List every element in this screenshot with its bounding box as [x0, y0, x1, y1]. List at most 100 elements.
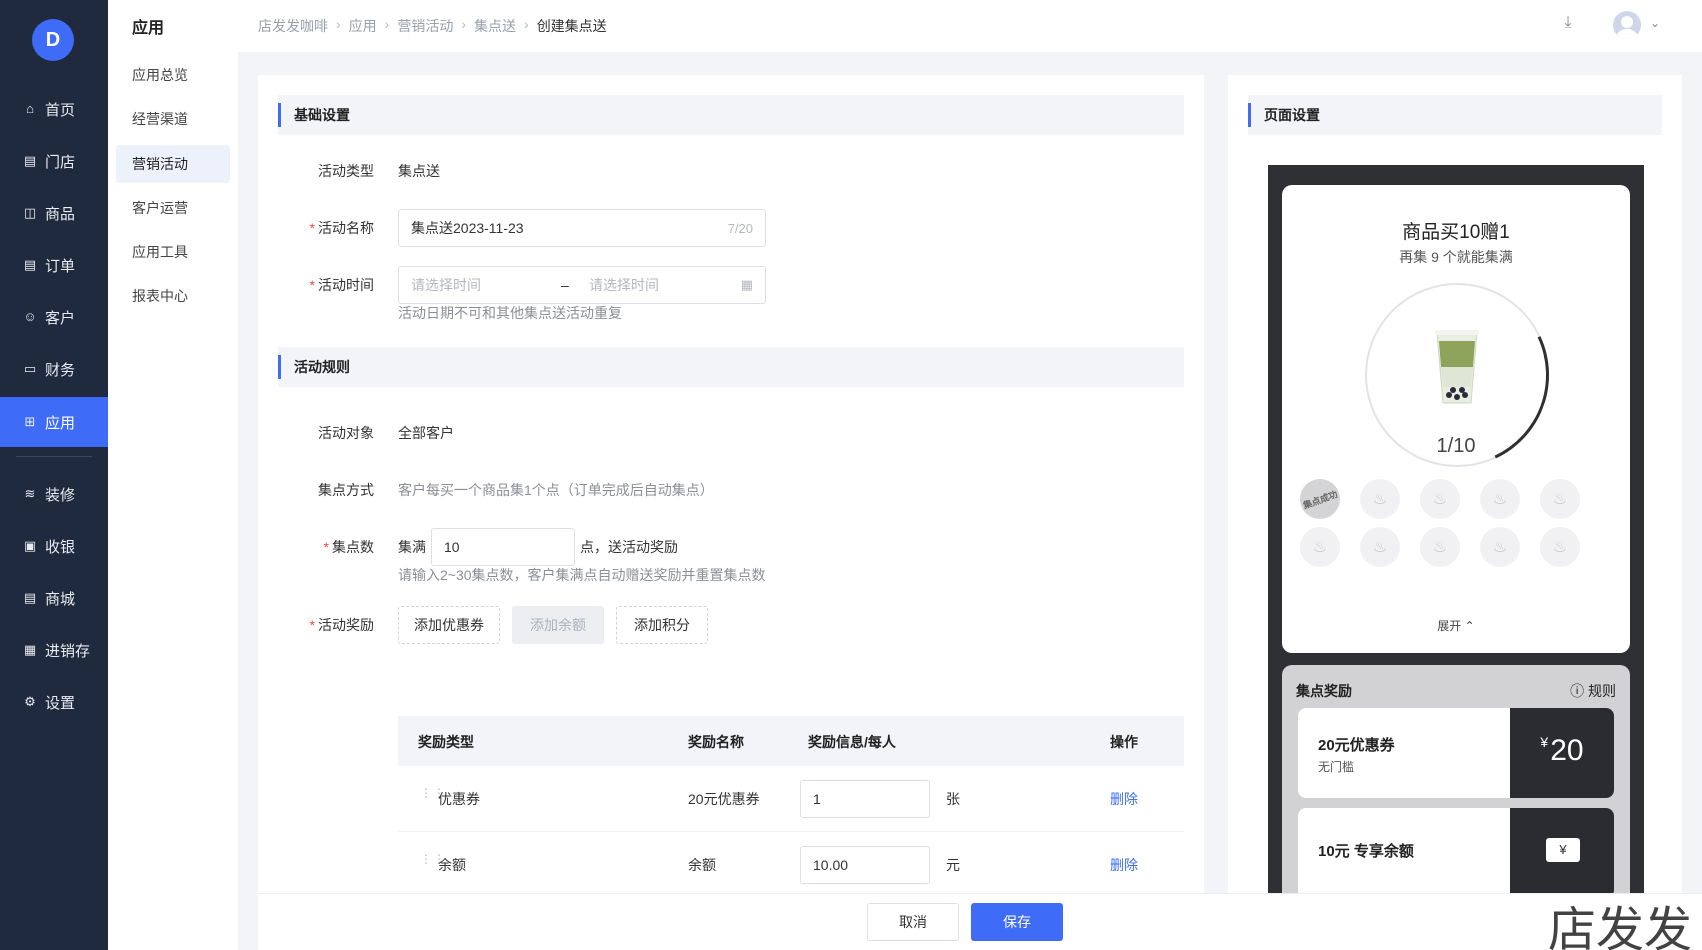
- reward-qty-input[interactable]: 1: [800, 780, 930, 818]
- nav-label: 进销存: [45, 642, 91, 660]
- store-icon: ▤: [23, 153, 37, 168]
- points-suffix: 点，送活动奖励: [580, 539, 678, 555]
- remaining-text: 再集 9 个就能集满: [1399, 249, 1513, 265]
- breadcrumb-item[interactable]: 营销活动: [397, 16, 453, 36]
- chevron-down-icon[interactable]: ⌄: [1650, 16, 1660, 30]
- sub-sidebar: 应用 应用总览 经营渠道 营销活动 客户运营 应用工具 报表中心: [108, 0, 238, 950]
- nav-cashier[interactable]: ▣ 收银: [0, 522, 108, 570]
- shop-icon: ▤: [23, 590, 37, 605]
- app-logo[interactable]: D: [32, 19, 74, 61]
- nav-finance[interactable]: ▭ 财务: [0, 345, 108, 393]
- activity-name-input[interactable]: 集点送2023-11-23 7/20: [398, 209, 766, 247]
- subnav-item-reports[interactable]: 报表中心: [116, 277, 230, 315]
- cell-unit: 张: [946, 791, 960, 807]
- balance-card: 10元 专享余额 ¥: [1298, 808, 1614, 895]
- nav-home[interactable]: ⌂ 首页: [0, 85, 108, 133]
- reward-panel: 集点奖励 ⓘ 规则 20元优惠券 无门槛 ¥20 10元 专享余额 ¥: [1282, 665, 1630, 895]
- cancel-button[interactable]: 取消: [867, 903, 959, 941]
- nav-inventory[interactable]: ▦ 进销存: [0, 626, 108, 674]
- cup-icon: ♨: [1480, 527, 1520, 567]
- apps-icon: ⊞: [24, 414, 36, 429]
- nav-label: 商城: [45, 590, 76, 608]
- table-row: ⋮⋮ 余额 余额 10.00 元 删除: [398, 832, 1184, 898]
- top-header: 店发发咖啡 › 应用 › 营销活动 › 集点送 › 创建集点送 ⤓ ⌄: [238, 0, 1702, 52]
- nav-label: 首页: [45, 101, 76, 119]
- add-points-button[interactable]: 添加积分: [616, 606, 708, 644]
- col-reward-name: 奖励名称: [688, 734, 744, 750]
- breadcrumb-item[interactable]: 应用: [349, 16, 377, 36]
- nav-settings[interactable]: ⚙ 设置: [0, 678, 108, 726]
- nav-mall[interactable]: ▤ 商城: [0, 574, 108, 622]
- calendar-icon[interactable]: ▦: [741, 277, 753, 293]
- nav-products[interactable]: ◫ 商品: [0, 189, 108, 237]
- download-icon[interactable]: ⤓: [1558, 14, 1578, 34]
- nav-decoration[interactable]: ≋ 装修: [0, 470, 108, 518]
- section-basic-settings: 基础设置: [278, 95, 1184, 135]
- inventory-icon: ▦: [23, 642, 37, 657]
- nav-label: 装修: [45, 486, 76, 504]
- nav-store[interactable]: ▤ 门店: [0, 137, 108, 185]
- label-activity-time: * 活动时间: [258, 275, 374, 295]
- cell-name: 余额: [688, 857, 716, 873]
- phone-preview: 商品买10赠1 再集 9 个就能集满 1/10 集点成功 ♨ ♨ ♨ ♨ ♨ ♨…: [1268, 165, 1644, 895]
- points-input[interactable]: 10: [431, 528, 575, 566]
- drag-handle-icon[interactable]: ⋮⋮: [420, 787, 445, 805]
- reward-table-header: 奖励类型 奖励名称 奖励信息/每人 操作: [398, 716, 1184, 766]
- subnav-item-tools[interactable]: 应用工具: [116, 233, 230, 271]
- method-value: 客户每买一个商品集1个点（订单完成后自动集点）: [398, 482, 714, 498]
- add-balance-button[interactable]: 添加余额: [512, 606, 604, 644]
- col-actions: 操作: [1110, 734, 1138, 750]
- activity-time-range[interactable]: 请选择时间 – 请选择时间 ▦: [398, 266, 766, 304]
- cup-icon: ♨: [1360, 527, 1400, 567]
- rule-link[interactable]: ⓘ 规则: [1570, 681, 1616, 701]
- subnav-item-customer-ops[interactable]: 客户运营: [116, 189, 230, 227]
- breadcrumb-item[interactable]: 店发发咖啡: [258, 16, 328, 36]
- cup-icon: ♨: [1420, 479, 1460, 519]
- input-value: 1: [813, 791, 821, 807]
- nav-apps[interactable]: ⊞ 应用: [0, 397, 108, 447]
- layers-icon: ≋: [24, 486, 36, 501]
- label-text: 活动奖励: [318, 617, 374, 633]
- target-value: 全部客户: [398, 425, 454, 441]
- start-time-placeholder[interactable]: 请选择时间: [411, 275, 561, 295]
- currency-symbol: ¥: [1540, 734, 1549, 750]
- rule-label: 规则: [1588, 683, 1616, 699]
- nav-label: 订单: [45, 257, 76, 275]
- reward-qty-input[interactable]: 10.00: [800, 846, 930, 884]
- label-text: 活动名称: [318, 220, 374, 236]
- breadcrumb-item[interactable]: 集点送: [474, 16, 516, 36]
- coupon-desc: 无门槛: [1318, 760, 1355, 774]
- subnav-item-marketing[interactable]: 营销活动: [116, 145, 230, 183]
- end-time-placeholder[interactable]: 请选择时间: [589, 275, 659, 295]
- save-button[interactable]: 保存: [971, 903, 1063, 941]
- activity-type-value: 集点送: [398, 163, 440, 179]
- coupon-body: 20元优惠券 无门槛: [1298, 708, 1510, 798]
- milk-tea-image: [1435, 330, 1479, 404]
- cup-icon: ♨: [1540, 527, 1580, 567]
- expand-toggle[interactable]: 展开 ⌃: [1282, 617, 1630, 634]
- chevron-right-icon: ›: [336, 16, 341, 32]
- add-coupon-button[interactable]: 添加优惠券: [398, 606, 500, 644]
- nav-label: 应用: [45, 414, 76, 432]
- nav-label: 收银: [45, 538, 76, 556]
- section-page-settings: 页面设置: [1248, 95, 1662, 135]
- drag-handle-icon[interactable]: ⋮⋮: [420, 853, 445, 871]
- wallet-icon: ▭: [23, 361, 37, 376]
- cell-unit: 元: [946, 857, 960, 873]
- delete-link[interactable]: 删除: [1110, 789, 1138, 809]
- nav-orders[interactable]: ▤ 订单: [0, 241, 108, 289]
- delete-link[interactable]: 删除: [1110, 855, 1138, 875]
- label-method: 集点方式: [318, 482, 374, 498]
- avatar[interactable]: [1613, 11, 1641, 39]
- required-mark: *: [309, 277, 315, 293]
- chevron-right-icon: ›: [461, 16, 467, 32]
- char-counter: 7/20: [727, 220, 753, 236]
- subnav-item-channels[interactable]: 经营渠道: [116, 100, 230, 138]
- subnav-item-overview[interactable]: 应用总览: [116, 56, 230, 94]
- nav-label: 商品: [45, 205, 76, 223]
- nav-customers[interactable]: ☺ 客户: [0, 293, 108, 341]
- breadcrumb-current: 创建集点送: [536, 18, 607, 34]
- nav-label: 财务: [45, 361, 76, 379]
- settings-icon: ⚙: [24, 694, 36, 709]
- home-icon: ⌂: [26, 101, 34, 116]
